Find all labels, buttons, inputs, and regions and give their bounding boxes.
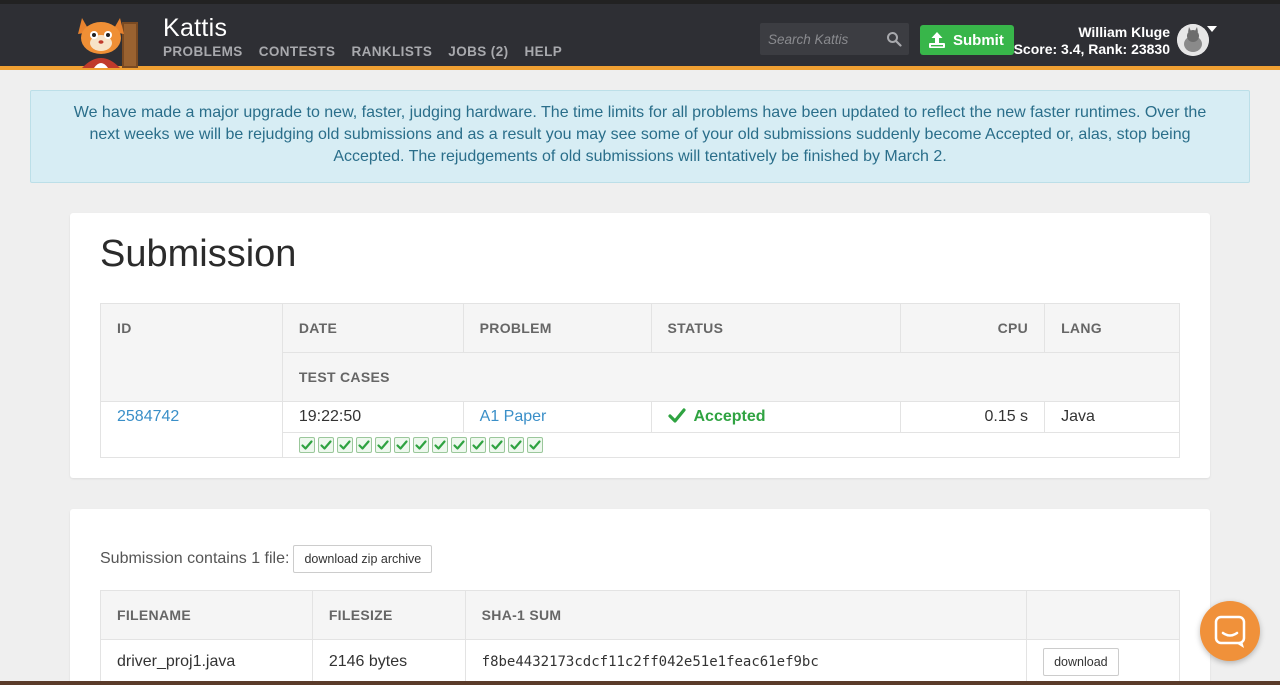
user-menu-caret-icon[interactable] — [1207, 26, 1217, 32]
test-case-passed-icon[interactable] — [298, 436, 315, 453]
test-case-passed-icon[interactable] — [317, 436, 334, 453]
user-name[interactable]: William Kluge — [1078, 24, 1170, 40]
avatar[interactable] — [1177, 24, 1209, 56]
table-row: driver_proj1.java 2146 bytes f8be4432173… — [100, 639, 1180, 684]
file-size: 2146 bytes — [311, 639, 466, 684]
language: Java — [1044, 401, 1180, 433]
search-input[interactable] — [760, 23, 878, 55]
download-file-button[interactable]: download — [1043, 647, 1119, 676]
test-case-passed-icon[interactable] — [412, 436, 429, 453]
submit-label: Submit — [953, 31, 1004, 49]
test-case-passed-icon[interactable] — [488, 436, 505, 453]
file-summary-text: Submission contains 1 file: — [100, 550, 290, 567]
status-badge: Accepted — [667, 408, 766, 425]
cpu-time: 0.15 s — [900, 401, 1046, 433]
test-case-passed-icon[interactable] — [336, 436, 353, 453]
test-case-passed-icon[interactable] — [450, 436, 467, 453]
nav-contests[interactable]: CONTESTS — [259, 44, 336, 59]
file-sha1: f8be4432173cdcf11c2ff042e51e1feac61ef9bc — [464, 639, 1028, 684]
nav-ranklists[interactable]: RANKLISTS — [351, 44, 432, 59]
col-id: ID — [100, 303, 283, 402]
col-filesize: FILESIZE — [311, 590, 466, 640]
brand-title[interactable]: Kattis — [163, 14, 227, 43]
col-sha1: SHA-1 SUM — [464, 590, 1028, 640]
col-problem: PROBLEM — [462, 303, 652, 353]
search-icon[interactable] — [886, 31, 902, 47]
problem-link[interactable]: A1 Paper — [480, 408, 547, 425]
user-avatar-icon — [1177, 24, 1209, 56]
status-label: Accepted — [693, 408, 766, 425]
search-box — [760, 23, 909, 55]
col-cpu: CPU — [900, 303, 1046, 353]
col-test-cases: TEST CASES — [281, 352, 1181, 402]
test-case-passed-icon[interactable] — [393, 436, 410, 453]
download-zip-button[interactable]: download zip archive — [293, 545, 433, 573]
test-case-passed-icon[interactable] — [374, 436, 391, 453]
nav-jobs[interactable]: JOBS (2) — [448, 44, 508, 59]
footer-strip — [0, 681, 1280, 685]
col-status: STATUS — [650, 303, 902, 353]
main-nav: PROBLEMS CONTESTS RANKLISTS JOBS (2) HEL… — [163, 44, 578, 59]
col-filename: FILENAME — [100, 590, 313, 640]
files-card: Submission contains 1 file: download zip… — [70, 509, 1210, 685]
upload-icon — [929, 32, 945, 48]
nav-problems[interactable]: PROBLEMS — [163, 44, 243, 59]
file-name: driver_proj1.java — [100, 639, 313, 684]
user-score: Score: 3.4, Rank: 23830 — [1013, 41, 1170, 57]
page-title: Submission — [100, 233, 297, 275]
col-actions — [1026, 590, 1180, 640]
table-row: 2584742 19:22:50 A1 Paper Accepted 0.15 … — [100, 401, 1180, 458]
top-navbar: Kattis PROBLEMS CONTESTS RANKLISTS JOBS … — [0, 0, 1280, 70]
kattis-logo[interactable] — [70, 12, 152, 70]
nav-help[interactable]: HELP — [525, 44, 563, 59]
check-icon — [667, 408, 686, 423]
test-case-passed-icon[interactable] — [526, 436, 543, 453]
submission-id-link[interactable]: 2584742 — [117, 408, 179, 425]
col-date: DATE — [281, 303, 464, 353]
submit-button[interactable]: Submit — [920, 25, 1014, 55]
submission-card: Submission ID DATE PROBLEM STATUS CPU LA… — [70, 213, 1210, 478]
files-table: FILENAME FILESIZE SHA-1 SUM driver_proj1… — [100, 590, 1180, 684]
test-case-passed-icon[interactable] — [469, 436, 486, 453]
test-case-passed-icon[interactable] — [507, 436, 524, 453]
test-cases-cell — [281, 432, 1181, 458]
hardware-upgrade-alert: We have made a major upgrade to new, fas… — [30, 90, 1250, 183]
submission-date: 19:22:50 — [281, 401, 464, 433]
test-case-passed-icon[interactable] — [431, 436, 448, 453]
submission-table: ID DATE PROBLEM STATUS CPU LANG TEST CAS… — [100, 303, 1181, 458]
chat-icon — [1214, 615, 1246, 648]
col-lang: LANG — [1044, 303, 1180, 353]
test-case-passed-icon[interactable] — [355, 436, 372, 453]
file-summary: Submission contains 1 file: download zip… — [100, 545, 433, 573]
chat-widget-button[interactable] — [1200, 601, 1260, 661]
